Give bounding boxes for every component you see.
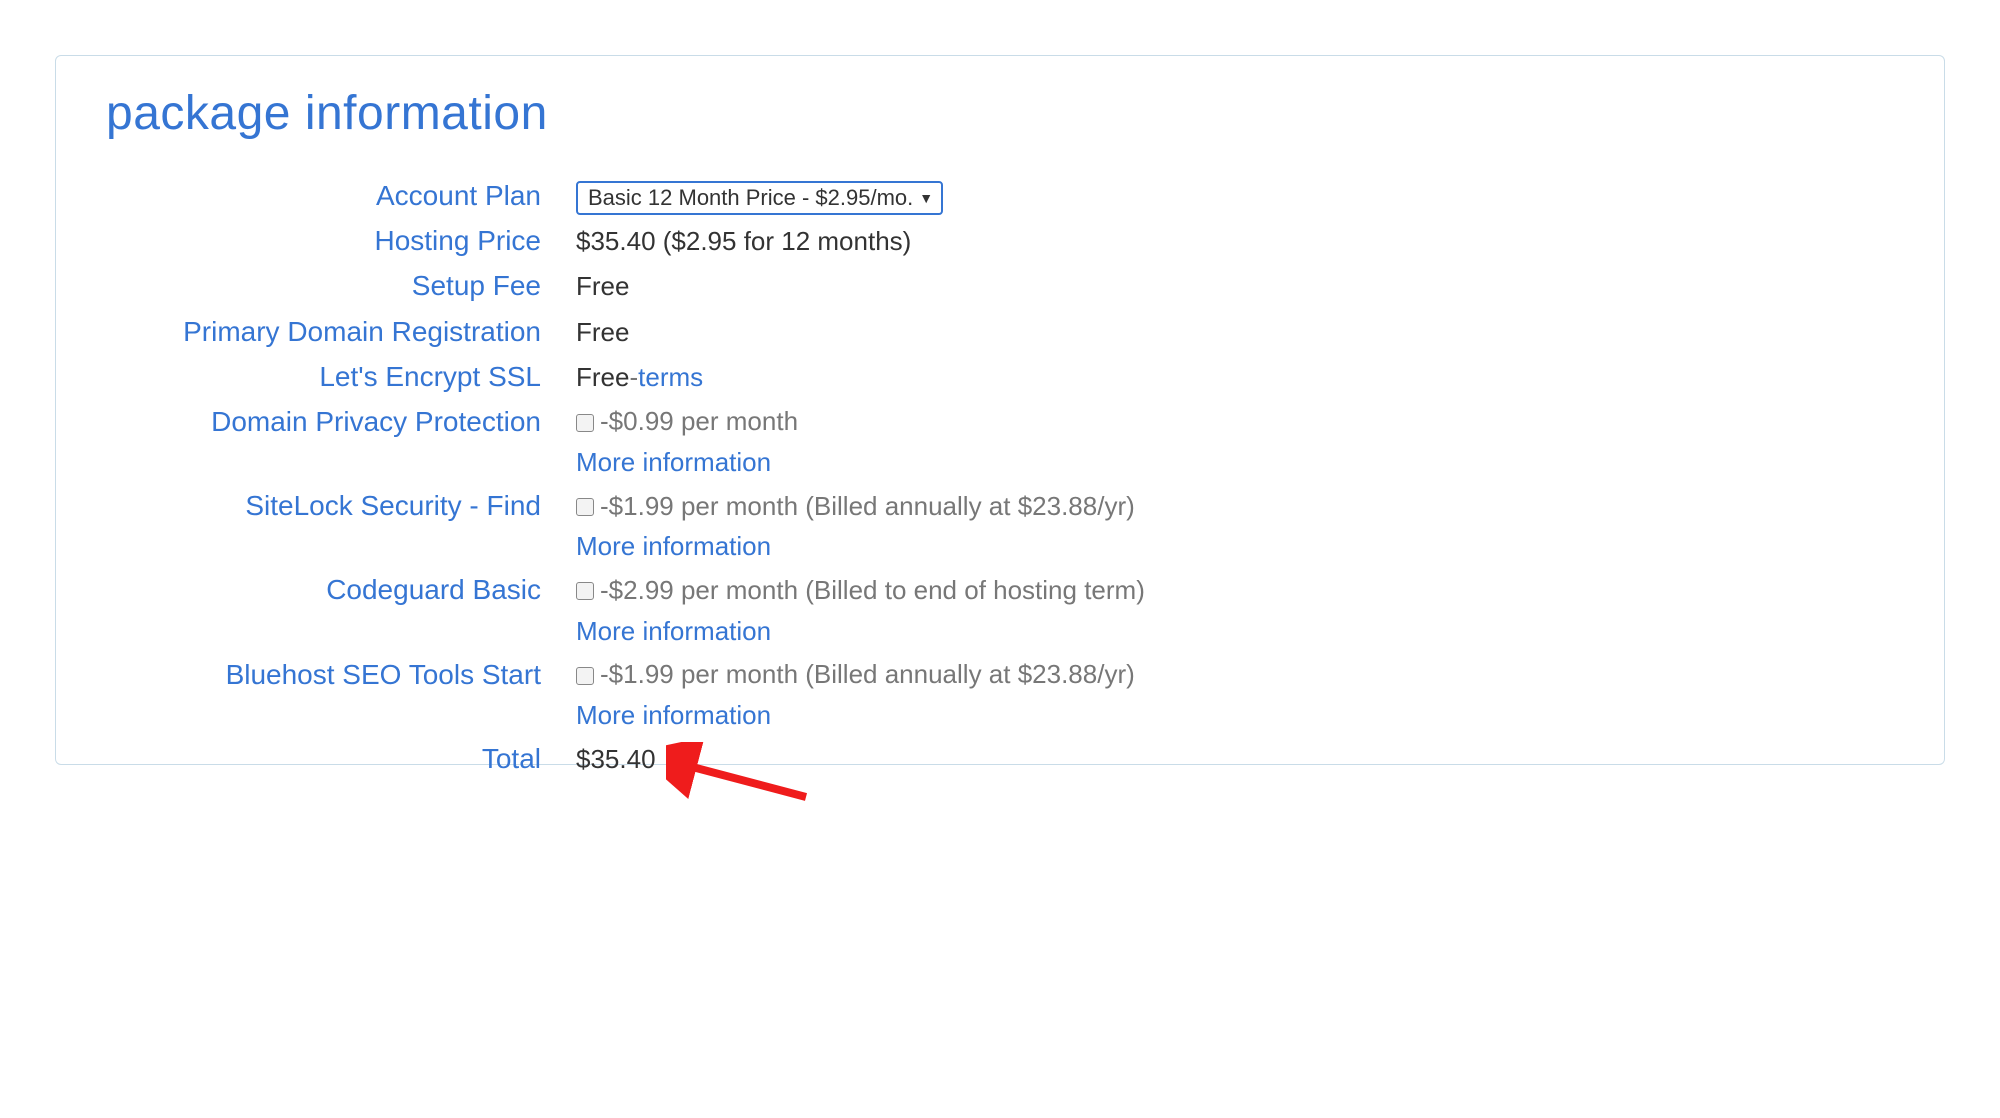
- domain-privacy-more-info-link[interactable]: More information: [576, 447, 771, 478]
- account-plan-selected: Basic 12 Month Price - $2.95/mo.: [588, 185, 913, 211]
- row-codeguard: Codeguard Basic - $2.99 per month (Bille…: [106, 570, 1904, 609]
- spacer: [106, 447, 576, 486]
- sitelock-dash: -: [600, 491, 609, 522]
- value-setup-fee: Free: [576, 271, 629, 302]
- seo-tools-more-info-link[interactable]: More information: [576, 700, 771, 731]
- codeguard-more-info-link[interactable]: More information: [576, 616, 771, 647]
- label-lets-encrypt: Let's Encrypt SSL: [106, 357, 576, 396]
- hosting-price-text: $35.40 ($2.95 for 12 months): [576, 226, 911, 257]
- value-sitelock: - $1.99 per month (Billed annually at $2…: [576, 491, 1135, 522]
- codeguard-dash: -: [600, 575, 609, 606]
- value-account-plan: Basic 12 Month Price - $2.95/mo. ▼: [576, 171, 943, 215]
- value-lets-encrypt: Free - terms: [576, 362, 703, 393]
- chevron-down-icon: ▼: [919, 190, 933, 206]
- value-codeguard: - $2.99 per month (Billed to end of host…: [576, 575, 1145, 606]
- lets-encrypt-terms-link[interactable]: terms: [638, 362, 703, 393]
- label-codeguard: Codeguard Basic: [106, 570, 576, 609]
- value-total: $35.40: [576, 744, 656, 775]
- row-sitelock-info: More information: [106, 531, 1904, 570]
- row-seo-tools-info: More information: [106, 700, 1904, 739]
- form-rows: Account Plan Basic 12 Month Price - $2.9…: [106, 171, 1904, 784]
- label-sitelock: SiteLock Security - Find: [106, 486, 576, 525]
- value-domain-privacy: - $0.99 per month: [576, 406, 798, 437]
- label-primary-domain: Primary Domain Registration: [106, 312, 576, 351]
- row-sitelock: SiteLock Security - Find - $1.99 per mon…: [106, 486, 1904, 525]
- seo-tools-checkbox[interactable]: [576, 667, 594, 685]
- label-total: Total: [106, 739, 576, 778]
- row-hosting-price: Hosting Price $35.40 ($2.95 for 12 month…: [106, 221, 1904, 260]
- row-domain-privacy: Domain Privacy Protection - $0.99 per mo…: [106, 402, 1904, 441]
- row-codeguard-info: More information: [106, 616, 1904, 655]
- spacer: [106, 700, 576, 739]
- codeguard-price: $2.99 per month (Billed to end of hostin…: [609, 575, 1145, 606]
- row-account-plan: Account Plan Basic 12 Month Price - $2.9…: [106, 171, 1904, 215]
- seo-tools-price: $1.99 per month (Billed annually at $23.…: [609, 659, 1135, 690]
- lets-encrypt-sep: -: [629, 362, 638, 393]
- sitelock-more-info-link[interactable]: More information: [576, 531, 771, 562]
- label-seo-tools: Bluehost SEO Tools Start: [106, 655, 576, 694]
- sitelock-checkbox[interactable]: [576, 498, 594, 516]
- label-hosting-price: Hosting Price: [106, 221, 576, 260]
- domain-privacy-checkbox[interactable]: [576, 414, 594, 432]
- spacer: [106, 616, 576, 655]
- primary-domain-text: Free: [576, 317, 629, 348]
- value-seo-tools: - $1.99 per month (Billed annually at $2…: [576, 659, 1135, 690]
- spacer: [106, 531, 576, 570]
- row-seo-tools: Bluehost SEO Tools Start - $1.99 per mon…: [106, 655, 1904, 694]
- row-lets-encrypt: Let's Encrypt SSL Free - terms: [106, 357, 1904, 396]
- row-total: Total $35.40: [106, 739, 1904, 778]
- account-plan-select[interactable]: Basic 12 Month Price - $2.95/mo. ▼: [576, 181, 943, 215]
- package-information-panel: package information Account Plan Basic 1…: [55, 55, 1945, 765]
- panel-title: package information: [106, 86, 1904, 141]
- setup-fee-text: Free: [576, 271, 629, 302]
- value-primary-domain: Free: [576, 317, 629, 348]
- sitelock-price: $1.99 per month (Billed annually at $23.…: [609, 491, 1135, 522]
- label-setup-fee: Setup Fee: [106, 266, 576, 305]
- codeguard-checkbox[interactable]: [576, 582, 594, 600]
- row-primary-domain: Primary Domain Registration Free: [106, 312, 1904, 351]
- seo-tools-dash: -: [600, 659, 609, 690]
- label-domain-privacy: Domain Privacy Protection: [106, 402, 576, 441]
- lets-encrypt-text: Free: [576, 362, 629, 393]
- domain-privacy-dash: -: [600, 406, 609, 437]
- row-domain-privacy-info: More information: [106, 447, 1904, 486]
- total-text: $35.40: [576, 744, 656, 775]
- row-setup-fee: Setup Fee Free: [106, 266, 1904, 305]
- value-hosting-price: $35.40 ($2.95 for 12 months): [576, 226, 911, 257]
- label-account-plan: Account Plan: [106, 176, 576, 215]
- domain-privacy-price: $0.99 per month: [609, 406, 798, 437]
